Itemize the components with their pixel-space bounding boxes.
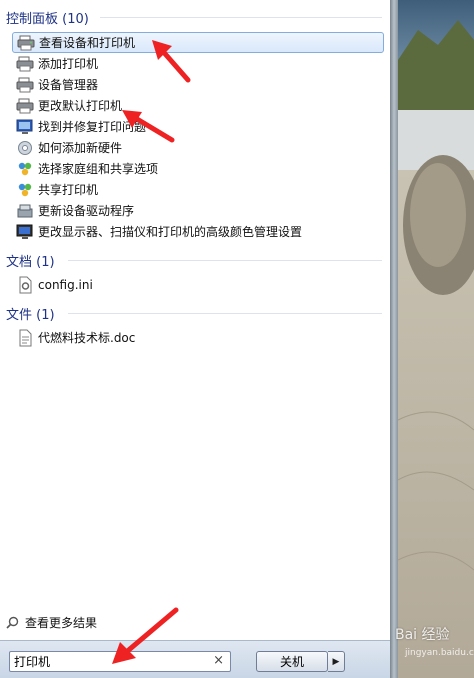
driver-update-icon: [17, 204, 33, 217]
shutdown-button[interactable]: 关机: [256, 651, 328, 672]
chevron-right-icon: ▶: [332, 656, 340, 667]
shutdown-options-button[interactable]: ▶: [328, 651, 345, 672]
color-management-icon: [16, 224, 33, 239]
section-divider: [68, 260, 382, 261]
result-item-devices-printers[interactable]: 查看设备和打印机: [12, 32, 384, 53]
watermark-logo: Bai 经验: [395, 627, 450, 643]
result-item-doc-file[interactable]: 代燃料技术标.doc: [12, 327, 384, 348]
result-item-add-hardware[interactable]: 如何添加新硬件: [12, 137, 384, 158]
window-divider: [390, 0, 398, 678]
printer-default-icon: [16, 98, 34, 113]
device-manager-icon: [16, 77, 34, 92]
result-item-share-printer[interactable]: 共享打印机: [12, 179, 384, 200]
result-item-config-ini[interactable]: config.ini: [12, 274, 384, 295]
clear-search-icon[interactable]: ×: [213, 653, 224, 668]
result-item-device-manager[interactable]: 设备管理器: [12, 74, 384, 95]
printer-add-icon: [16, 56, 34, 71]
ini-file-icon: [19, 276, 32, 293]
result-item-troubleshoot-printing[interactable]: 找到并修复打印问题: [12, 116, 384, 137]
see-more-results-link[interactable]: 查看更多结果: [6, 614, 97, 631]
files-section-header: 文件 (1): [6, 308, 55, 323]
devices-printers-icon: [17, 35, 35, 50]
start-search-box[interactable]: ×: [9, 651, 231, 672]
section-divider: [100, 17, 382, 18]
result-item-update-drivers[interactable]: 更新设备驱动程序: [12, 200, 384, 221]
search-input[interactable]: [10, 652, 200, 671]
troubleshoot-icon: [16, 119, 33, 134]
homegroup-icon: [18, 162, 32, 175]
control-panel-section-header: 控制面板 (10): [6, 12, 89, 27]
doc-file-icon: [19, 329, 32, 346]
result-item-add-printer[interactable]: 添加打印机: [12, 53, 384, 74]
desktop-wallpaper: [398, 0, 474, 678]
result-item-change-default-printer[interactable]: 更改默认打印机: [12, 95, 384, 116]
search-icon: [6, 616, 19, 629]
share-printer-icon: [18, 183, 32, 196]
start-menu-results-panel: 控制面板 (10) 查看设备和打印机 添加打印机 设备管理器 更改默认打印机 找…: [0, 0, 390, 678]
hardware-icon: [18, 140, 32, 155]
section-divider: [68, 313, 382, 314]
documents-section-header: 文档 (1): [6, 255, 55, 270]
watermark-url: jingyan.baidu.com: [405, 648, 474, 658]
result-item-color-management[interactable]: 更改显示器、扫描仪和打印机的高级颜色管理设置: [12, 221, 384, 242]
result-item-homegroup-sharing[interactable]: 选择家庭组和共享选项: [12, 158, 384, 179]
